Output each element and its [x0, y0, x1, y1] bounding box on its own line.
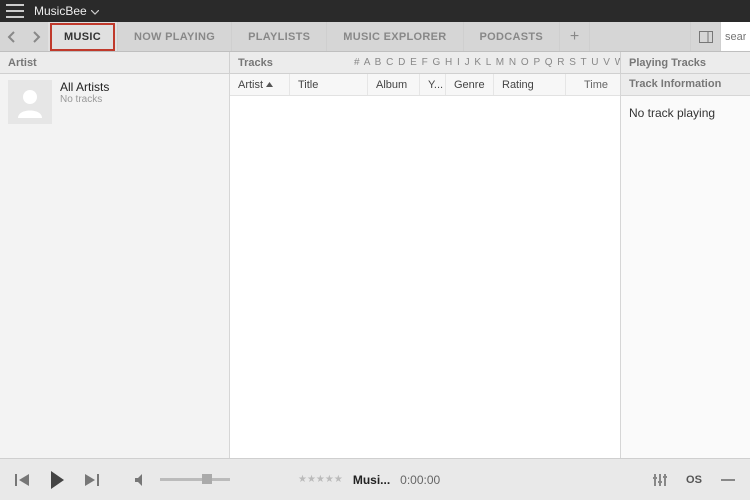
right-panel: Track Information No track playing — [620, 74, 750, 458]
artist-row-all[interactable]: All Artists No tracks — [0, 74, 229, 130]
header-artist[interactable]: Artist — [0, 52, 230, 73]
panel-toggle-button[interactable] — [690, 22, 720, 51]
forward-button[interactable] — [24, 22, 48, 51]
title-bar: MusicBee — [0, 0, 750, 22]
rating-stars[interactable]: ★★★★★ — [298, 474, 343, 485]
sort-asc-icon — [266, 82, 273, 87]
lastfm-label: OS — [686, 474, 702, 486]
menu-icon[interactable] — [6, 4, 24, 18]
col-genre[interactable]: Genre — [446, 74, 494, 95]
tab-label: PLAYLISTS — [248, 31, 310, 43]
artist-name: All Artists — [60, 80, 109, 94]
tab-podcasts[interactable]: PODCASTS — [464, 22, 561, 51]
now-playing-title: Musi... — [353, 473, 390, 487]
tab-label: NOW PLAYING — [134, 31, 215, 43]
mute-button[interactable] — [130, 468, 154, 492]
tracks-panel: Artist Title Album Y... Genre Rating Tim… — [230, 74, 620, 458]
col-year[interactable]: Y... — [420, 74, 446, 95]
alpha-jump-bar[interactable]: # A B C D E F G H I J K L M N O P Q R S … — [346, 52, 620, 73]
artist-subtext: No tracks — [60, 94, 109, 105]
skip-back-icon — [15, 474, 29, 486]
back-button[interactable] — [0, 22, 24, 51]
minimize-icon — [721, 476, 735, 484]
lastfm-button[interactable]: OS — [682, 468, 706, 492]
prev-button[interactable] — [10, 468, 34, 492]
nav-tabs: MUSIC NOW PLAYING PLAYLISTS MUSIC EXPLOR… — [48, 22, 590, 51]
play-button[interactable] — [42, 468, 72, 492]
equalizer-icon — [653, 474, 667, 486]
play-icon — [48, 471, 66, 489]
main-area: All Artists No tracks Artist Title Album… — [0, 74, 750, 458]
tab-music-explorer[interactable]: MUSIC EXPLORER — [327, 22, 463, 51]
volume-knob[interactable] — [202, 474, 212, 484]
speaker-icon — [135, 474, 149, 486]
track-info-header: Track Information — [621, 74, 750, 96]
col-artist[interactable]: Artist — [230, 74, 290, 95]
volume-slider[interactable] — [160, 478, 230, 481]
equalizer-button[interactable] — [648, 468, 672, 492]
skip-forward-icon — [85, 474, 99, 486]
chevron-down-icon — [91, 10, 99, 15]
mini-player-button[interactable] — [716, 468, 740, 492]
col-album[interactable]: Album — [368, 74, 420, 95]
app-title-text: MusicBee — [34, 4, 87, 18]
volume-control — [130, 468, 230, 492]
search-input[interactable] — [721, 22, 750, 51]
next-button[interactable] — [80, 468, 104, 492]
player-right-icons: OS — [648, 468, 740, 492]
panel-icon — [699, 31, 713, 43]
artist-info: All Artists No tracks — [60, 80, 109, 124]
search-box[interactable] — [720, 22, 750, 51]
tab-music[interactable]: MUSIC — [48, 22, 118, 51]
tab-label: MUSIC — [64, 31, 101, 43]
col-rating[interactable]: Rating — [494, 74, 566, 95]
add-tab-button[interactable]: + — [560, 22, 590, 51]
track-info-content: No track playing — [621, 96, 750, 130]
column-headers: Artist Tracks # A B C D E F G H I J K L … — [0, 52, 750, 74]
toolbar: MUSIC NOW PLAYING PLAYLISTS MUSIC EXPLOR… — [0, 22, 750, 52]
tab-label: MUSIC EXPLORER — [343, 31, 446, 43]
app-title[interactable]: MusicBee — [34, 4, 99, 18]
person-icon — [12, 84, 48, 120]
tab-label: PODCASTS — [480, 31, 544, 43]
header-tracks[interactable]: Tracks — [230, 52, 346, 73]
col-time[interactable]: Time — [566, 74, 620, 95]
header-playing-tracks: Playing Tracks — [620, 52, 750, 73]
track-column-headers: Artist Title Album Y... Genre Rating Tim… — [230, 74, 620, 96]
avatar-placeholder — [8, 80, 52, 124]
tab-now-playing[interactable]: NOW PLAYING — [118, 22, 232, 51]
elapsed-time: 0:00:00 — [400, 473, 440, 487]
track-list[interactable] — [230, 96, 620, 458]
player-bar: ★★★★★ Musi... 0:00:00 OS — [0, 458, 750, 500]
tab-playlists[interactable]: PLAYLISTS — [232, 22, 327, 51]
artist-panel: All Artists No tracks — [0, 74, 230, 458]
now-playing-info: ★★★★★ Musi... 0:00:00 — [298, 473, 640, 487]
col-title[interactable]: Title — [290, 74, 368, 95]
